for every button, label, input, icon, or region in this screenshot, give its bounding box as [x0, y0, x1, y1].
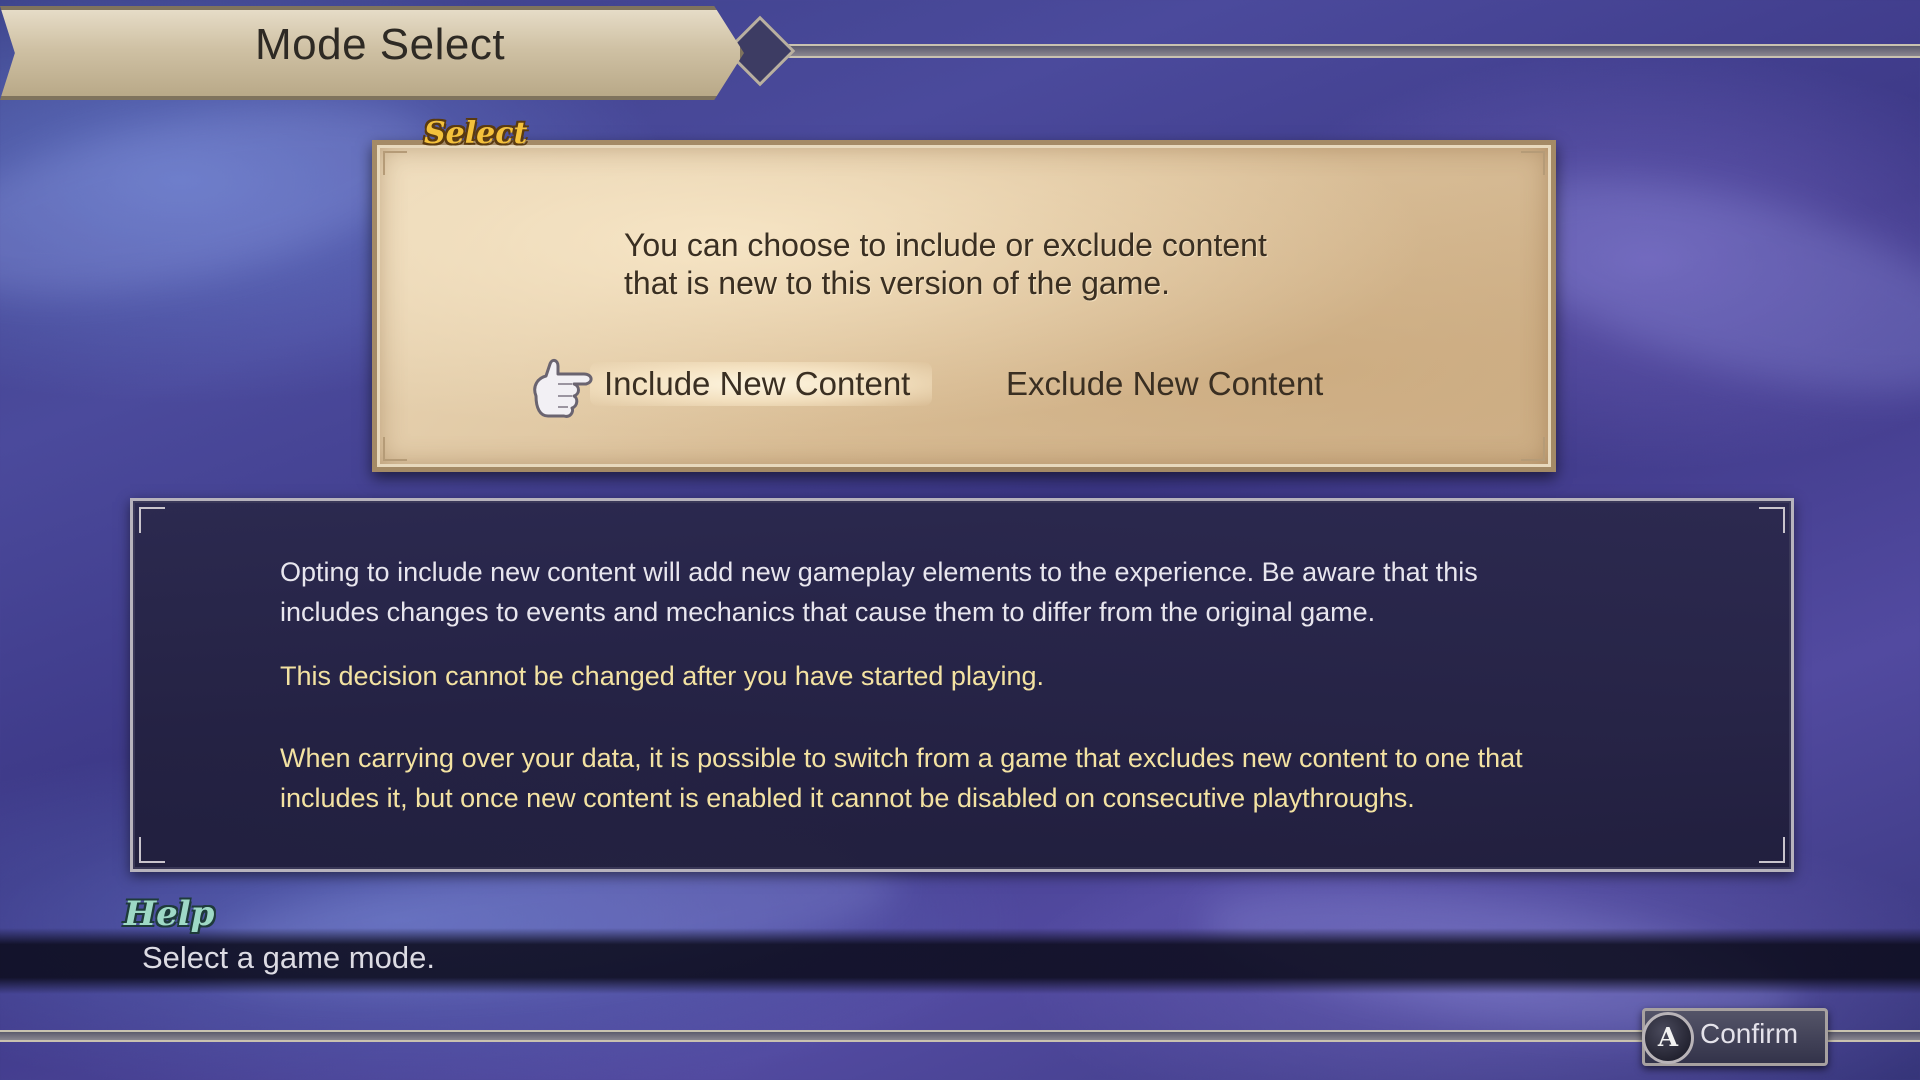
- panel-corner-ornament: [139, 837, 165, 863]
- a-button-icon: A: [1642, 1012, 1694, 1064]
- select-panel: [372, 140, 1556, 472]
- footer-rail: [0, 1030, 1920, 1042]
- exclude-new-content-option[interactable]: Exclude New Content: [1006, 362, 1323, 406]
- help-text: Select a game mode.: [142, 940, 435, 975]
- select-description-line: that is new to this version of the game.: [624, 265, 1171, 301]
- help-label: Help: [124, 894, 215, 934]
- confirm-label: Confirm: [1700, 1018, 1799, 1049]
- page-title: Mode Select: [255, 20, 506, 69]
- panel-corner-ornament: [139, 507, 165, 533]
- select-label: Select: [424, 116, 528, 151]
- panel-corner-ornament: [1759, 507, 1785, 533]
- info-warning: This decision cannot be changed after yo…: [280, 661, 1044, 691]
- option-label: Include New Content: [604, 365, 911, 402]
- pointing-hand-icon: [533, 358, 593, 418]
- info-note: When carrying over your data, it is poss…: [280, 738, 1680, 818]
- select-description: You can choose to include or exclude con…: [624, 226, 1344, 302]
- info-line: includes it, but once new content is ena…: [280, 783, 1415, 813]
- panel-corner-ornament: [1759, 837, 1785, 863]
- info-line: When carrying over your data, it is poss…: [280, 743, 1523, 773]
- header-rail: [700, 44, 1920, 58]
- info-description: Opting to include new content will add n…: [280, 552, 1680, 632]
- panel-corner-ornament: [1521, 151, 1545, 175]
- select-description-line: You can choose to include or exclude con…: [624, 227, 1267, 263]
- panel-corner-ornament: [383, 437, 407, 461]
- panel-corner-ornament: [383, 151, 407, 175]
- info-line: Opting to include new content will add n…: [280, 557, 1478, 587]
- info-line: includes changes to events and mechanics…: [280, 597, 1376, 627]
- panel-corner-ornament: [1521, 437, 1545, 461]
- include-new-content-option[interactable]: Include New Content: [590, 362, 932, 406]
